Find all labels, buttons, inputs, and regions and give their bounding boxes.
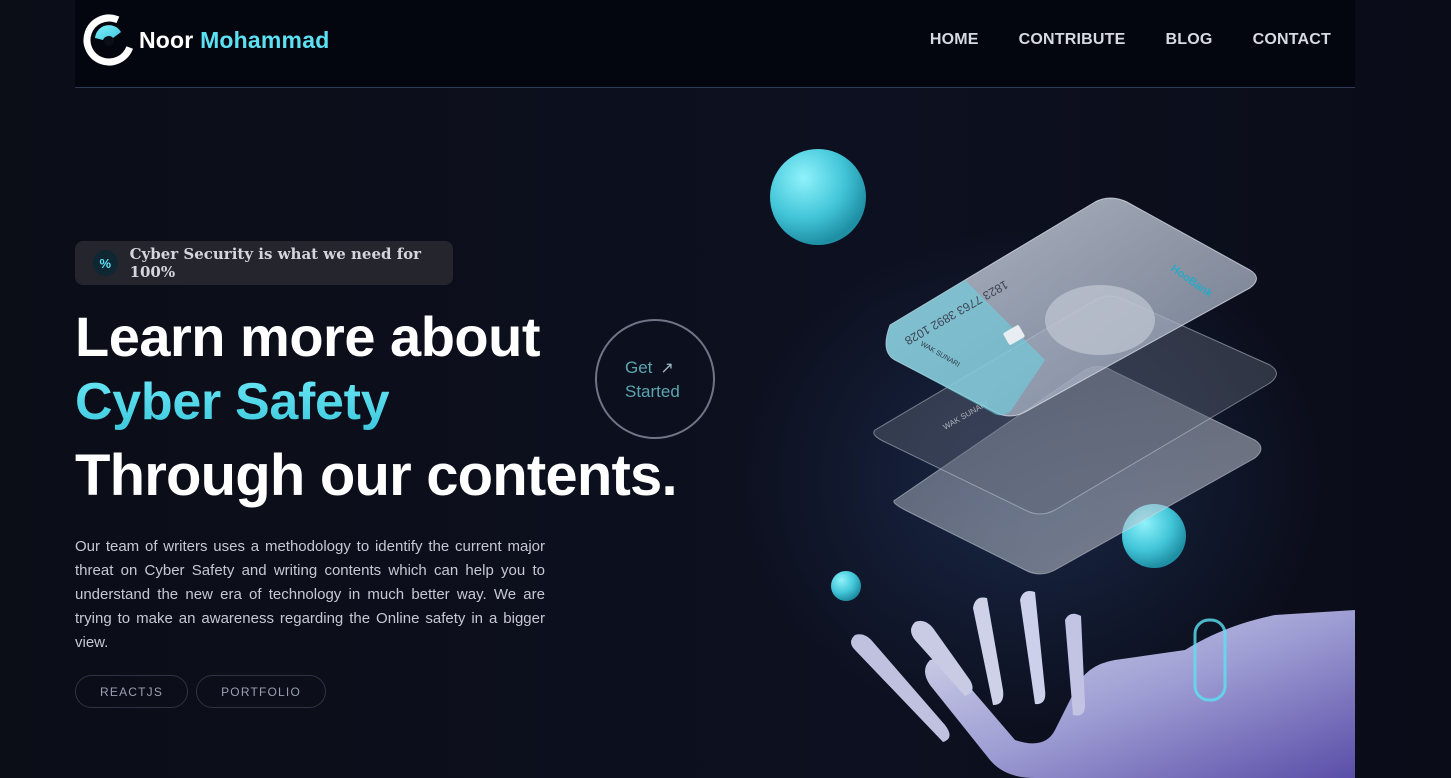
brand-first-name: Noor <box>139 26 194 53</box>
sphere-small <box>831 571 861 601</box>
nav-contribute[interactable]: CONTRIBUTE <box>1019 31 1126 49</box>
navbar: Noor Mohammad HOME CONTRIBUTE BLOG CONTA… <box>75 0 1355 88</box>
hero-heading-line3: Through our contents. <box>75 443 678 508</box>
sphere-large <box>770 149 866 245</box>
hero-illustration: WAK SUNARI 1823 7763 3892 1028 HooBank W… <box>770 149 1355 778</box>
badge-text: Cyber Security is what we need for 100% <box>129 245 422 281</box>
brand-last-name: Mohammad <box>200 26 330 53</box>
hero-heading-highlight: Cyber Safety <box>75 373 390 431</box>
tag-list: REACTJS PORTFOLIO <box>75 675 327 708</box>
get-started-label-started: Started <box>625 381 680 401</box>
tag-portfolio[interactable]: PORTFOLIO <box>196 675 327 708</box>
main-nav: HOME CONTRIBUTE BLOG CONTACT <box>930 31 1331 49</box>
logo-c-icon <box>83 14 135 66</box>
hero-description: Our team of writers uses a methodology t… <box>75 538 545 651</box>
get-started-line1: Get ↗ <box>625 356 713 380</box>
brand-logo[interactable]: Noor Mohammad <box>83 14 329 66</box>
tag-reactjs[interactable]: REACTJS <box>75 675 189 708</box>
brand-name: Noor Mohammad <box>139 27 329 54</box>
get-started-label-get: Get <box>625 357 653 377</box>
hero-heading-line1: Learn more about <box>75 305 540 368</box>
robot-hand <box>851 591 1355 778</box>
arrow-up-right-icon: ↗ <box>660 359 674 377</box>
hero-badge: % Cyber Security is what we need for 100… <box>75 241 453 285</box>
get-started-button[interactable]: Get ↗ Started <box>595 319 715 439</box>
percent-icon: % <box>93 250 118 276</box>
nav-contact[interactable]: CONTACT <box>1253 31 1331 49</box>
nav-home[interactable]: HOME <box>930 31 979 49</box>
nav-blog[interactable]: BLOG <box>1166 31 1213 49</box>
page-frame: Noor Mohammad HOME CONTRIBUTE BLOG CONTA… <box>75 0 1355 778</box>
